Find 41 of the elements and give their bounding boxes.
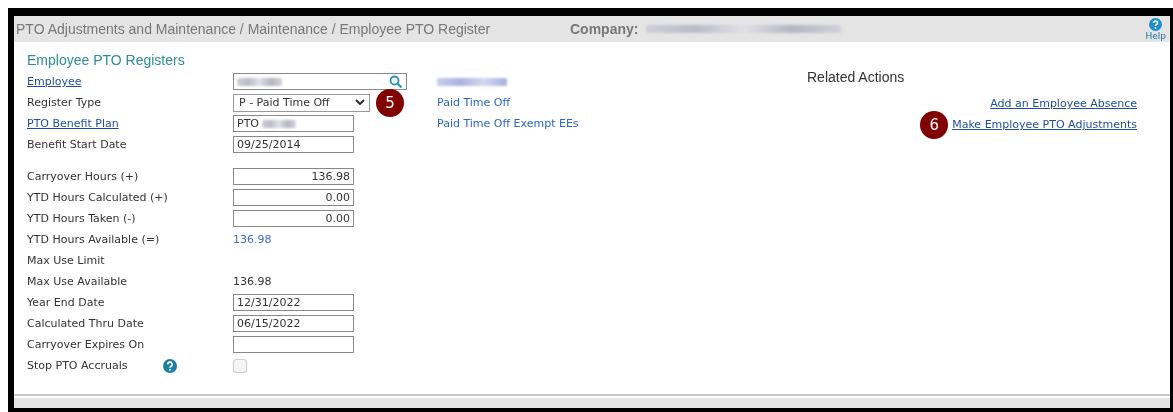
field-label: Max Use Available: [27, 275, 128, 288]
section-title: Employee PTO Registers: [27, 52, 186, 70]
input-field[interactable]: 12/31/2022: [233, 294, 354, 311]
field-label: YTD Hours Available (=): [27, 233, 160, 246]
field-label-link[interactable]: Employee: [27, 75, 82, 88]
field-value: 136.98: [233, 275, 272, 288]
breadcrumb-title: PTO Adjustments and Maintenance / Maintenance / Employee PTO Register: [16, 21, 492, 37]
input-field[interactable]: 0.00: [233, 189, 354, 206]
related-action-link[interactable]: Make Employee PTO Adjustments: [952, 118, 1137, 131]
callout-badge: 5: [376, 88, 404, 117]
field-value: 136.98: [233, 233, 272, 246]
field-label: Carryover Expires On: [27, 338, 145, 351]
field-label: Max Use Limit: [27, 254, 105, 267]
input-field[interactable]: [233, 336, 354, 353]
field-label: Benefit Start Date: [27, 138, 127, 151]
field-label: Register Type: [27, 96, 102, 109]
field-label-link[interactable]: PTO Benefit Plan: [27, 117, 119, 130]
field-label: Carryover Hours (+): [27, 170, 139, 183]
register-type-select[interactable]: P - Paid Time Off: [233, 93, 370, 112]
input-field[interactable]: 136.98: [233, 168, 354, 185]
plan-description: Paid Time Off Exempt EEs: [437, 117, 579, 130]
field-label: Year End Date: [27, 296, 105, 309]
input-field[interactable]: PTO: [233, 115, 354, 132]
input-field[interactable]: 0.00: [233, 210, 354, 227]
help-icon: [1149, 17, 1163, 31]
input-field[interactable]: 06/15/2022: [233, 315, 354, 332]
chevron-down-icon: [355, 99, 365, 106]
field-label: Calculated Thru Date: [27, 317, 144, 330]
employee-search-field[interactable]: [233, 73, 407, 90]
input-field[interactable]: 09/25/2014: [233, 136, 354, 153]
blurred-text: [437, 77, 507, 86]
callout-badge: 6: [920, 110, 949, 139]
related-actions-heading: Related Actions: [807, 69, 906, 87]
field-label: Stop PTO Accruals: [27, 359, 128, 372]
field-label: YTD Hours Calculated (+): [27, 191, 168, 204]
plan-description: Paid Time Off: [437, 96, 511, 109]
help-link[interactable]: Help: [1145, 17, 1166, 41]
company-label: Company:: [570, 21, 639, 37]
search-icon[interactable]: [389, 74, 403, 89]
field-label: YTD Hours Taken (-): [27, 212, 136, 225]
related-action-link[interactable]: Add an Employee Absence: [990, 97, 1137, 110]
